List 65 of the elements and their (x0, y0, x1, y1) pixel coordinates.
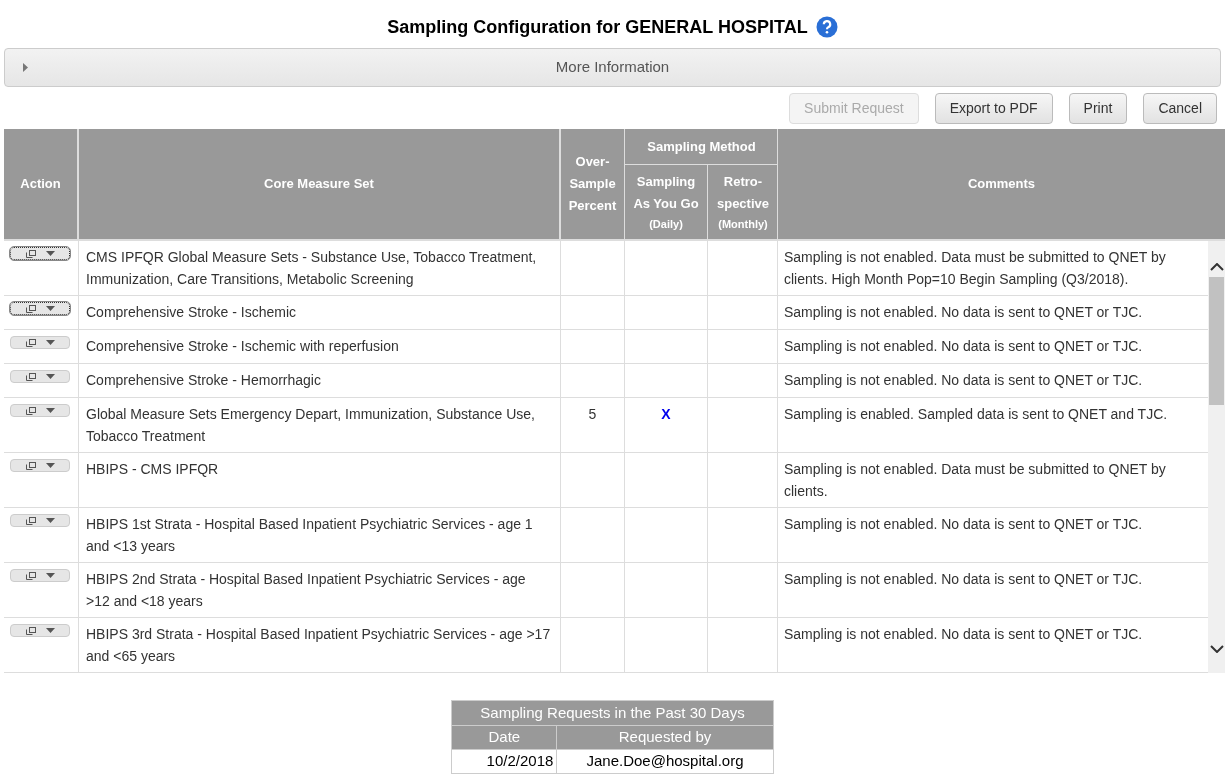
copy-icon (25, 571, 36, 580)
copy-icon (25, 516, 36, 525)
copy-icon (25, 372, 36, 381)
measure-set-cell: Global Measure Sets Emergency Depart, Immunization, Substance Use, Tobacco Treatment (86, 406, 535, 444)
requests-table-title: Sampling Requests in the Past 30 Days (451, 700, 774, 726)
caret-icon (45, 573, 55, 578)
caret-icon (45, 408, 55, 413)
caret-icon (45, 518, 55, 523)
measure-set-cell: Comprehensive Stroke - Ischemic (86, 304, 297, 320)
comment-cell: Sampling is not enabled. Data must be submitted to QNET by clients. (784, 461, 1166, 499)
scroll-down-icon[interactable] (1209, 645, 1224, 653)
comment-cell: Sampling is not enabled. No data is sent to QNET or TJC. (784, 626, 1143, 642)
caret-icon (45, 628, 55, 633)
over-sample-cell: 5 (588, 406, 597, 422)
scrollbar[interactable] (1208, 241, 1225, 673)
column-header: Date (451, 725, 557, 750)
column-header: Comments (966, 175, 1037, 193)
action-menu-button[interactable] (10, 247, 70, 260)
measure-set-cell: HBIPS 1st Strata - Hospital Based Inpatient Psychiatric Services - age 1 and <13 years (86, 516, 533, 554)
measure-set-cell: HBIPS - CMS IPFQR (86, 461, 219, 477)
measure-set-cell: HBIPS 2nd Strata - Hospital Based Inpatient Psychiatric Services - age >12 and <18 years (86, 571, 526, 609)
caret-icon (45, 374, 55, 379)
more-information-bar[interactable]: More Information (4, 48, 1221, 87)
column-header: Action (4, 129, 79, 239)
measure-set-cell: HBIPS 3rd Strata - Hospital Based Inpatient Psychiatric Services - age >17 and <65 years (86, 626, 551, 664)
comment-cell: Sampling is not enabled. Data must be submitted to QNET by clients. High Month Pop=10 Begin Sampling (Q3/2018). (784, 249, 1166, 287)
caret-icon (45, 463, 55, 468)
copy-icon (25, 461, 36, 470)
scroll-up-icon[interactable] (1209, 263, 1224, 271)
column-header: Requested by (556, 725, 774, 750)
toolbar-button[interactable]: Cancel (1143, 93, 1217, 124)
caret-icon (45, 251, 55, 256)
page-title: Sampling Configuration for GENERAL HOSPITAL (387, 15, 808, 39)
comment-cell: Sampling is not enabled. No data is sent to QNET or TJC. (784, 571, 1143, 587)
column-subheader: (Daily) (649, 217, 683, 232)
column-header: Over-Sample Percent (561, 129, 625, 239)
more-information-label: More Information (555, 57, 670, 78)
requester-cell: Jane.Doe@hospital.org (556, 749, 774, 774)
column-subheader: (Monthly) (718, 217, 768, 232)
copy-icon (25, 338, 36, 347)
scrollbar-thumb[interactable] (1209, 277, 1224, 405)
date-cell: 10/2/2018 (451, 749, 557, 774)
measure-set-cell: Comprehensive Stroke - Hemorrhagic (86, 372, 321, 388)
action-menu-button[interactable] (10, 302, 70, 315)
comment-cell: Sampling is not enabled. No data is sent to QNET or TJC. (784, 304, 1143, 320)
comment-cell: Sampling is not enabled. No data is sent to QNET or TJC. (784, 516, 1143, 532)
comment-cell: Sampling is enabled. Sampled data is sent to QNET and TJC. (784, 406, 1168, 422)
help-icon[interactable] (815, 16, 838, 38)
copy-icon (25, 406, 36, 415)
caret-icon (45, 306, 55, 311)
selection-mark: X (661, 406, 671, 422)
caret-icon (45, 340, 55, 345)
copy-icon (25, 626, 36, 635)
column-header: Retro-spective (715, 173, 770, 213)
toolbar-button[interactable]: Export to PDF (934, 93, 1053, 124)
copy-icon (25, 249, 36, 258)
comment-cell: Sampling is not enabled. No data is sent to QNET or TJC. (784, 372, 1143, 388)
measure-set-cell: Comprehensive Stroke - Ischemic with reperfusion (86, 338, 399, 354)
copy-icon (25, 304, 36, 313)
toolbar-button[interactable]: Print (1068, 93, 1128, 124)
column-header: Sampling Method (625, 129, 778, 165)
comment-cell: Sampling is not enabled. No data is sent to QNET or TJC. (784, 338, 1143, 354)
measure-set-cell: CMS IPFQR Global Measure Sets - Substance Use, Tobacco Treatment, Immunization, Care Transitions, Metabolic Screening (86, 249, 537, 287)
column-header: Core Measure Set (79, 129, 561, 239)
column-header: Sampling As You Go (632, 173, 700, 213)
